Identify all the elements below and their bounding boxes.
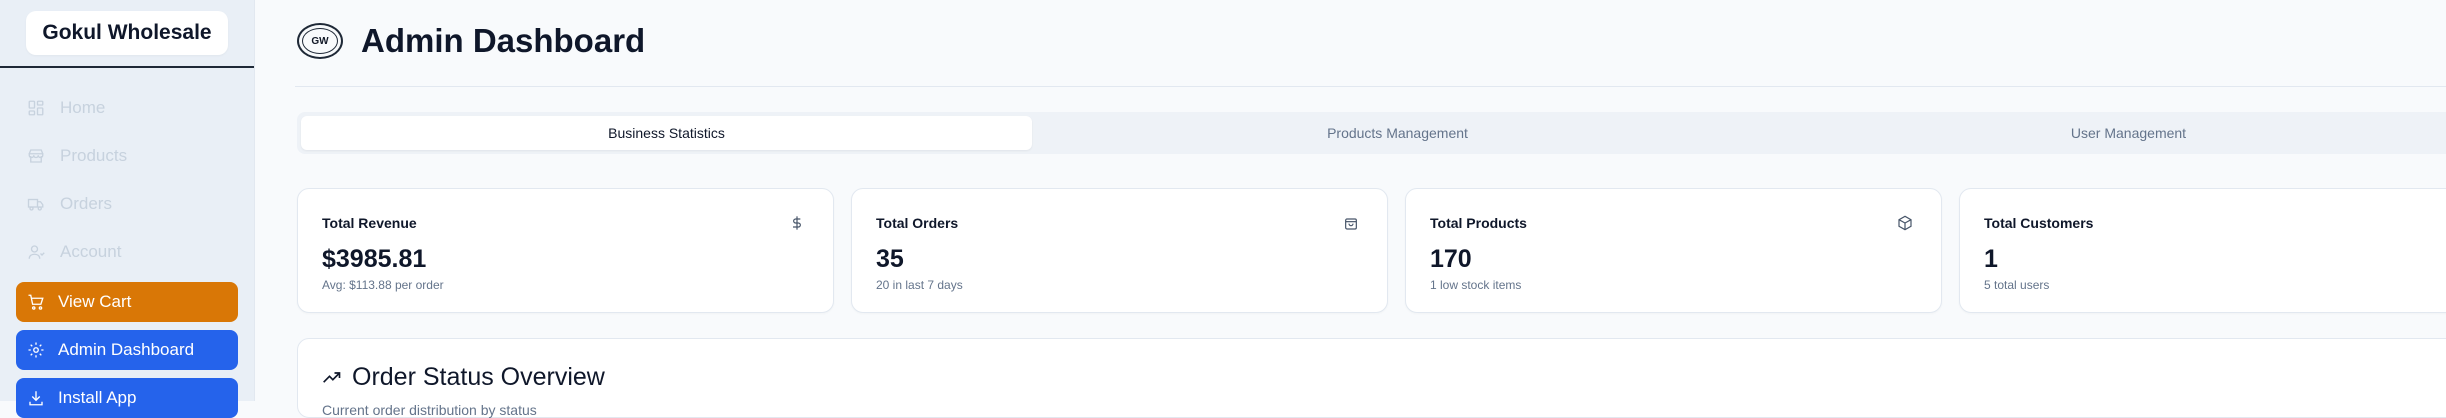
order-status-section: Order Status Overview Current order dist… [297, 338, 2446, 418]
dollar-icon [789, 215, 807, 233]
stat-card-subtext: 20 in last 7 days [876, 278, 963, 292]
admin-dashboard-label: Admin Dashboard [58, 340, 195, 359]
sidebar-item-orders[interactable]: Orders [0, 180, 254, 228]
stat-card-orders: Total Orders 35 20 in last 7 days [851, 188, 1388, 313]
stat-card-label: Total Products [1430, 215, 1527, 231]
sidebar-item-products[interactable]: Products [0, 132, 254, 180]
page-header: GW Admin Dashboard [297, 22, 645, 60]
stat-card-value: 1 [1984, 245, 1998, 273]
stat-card-subtext: 5 total users [1984, 278, 2050, 292]
download-icon [26, 388, 46, 408]
truck-icon [26, 194, 46, 214]
package-icon [1897, 215, 1915, 233]
tab-business-statistics[interactable]: Business Statistics [301, 116, 1032, 150]
stat-card-label: Total Orders [876, 215, 959, 231]
view-cart-label: View Cart [58, 292, 132, 311]
stat-card-products: Total Products 170 1 low stock items [1405, 188, 1942, 313]
sidebar-item-label: Products [60, 146, 128, 165]
admin-dashboard-button[interactable]: Admin Dashboard [16, 330, 238, 370]
section-header: Order Status Overview [322, 363, 2446, 392]
cart-icon [26, 292, 46, 312]
stat-card-customers: Total Customers 1 5 total users [1959, 188, 2446, 313]
brand-area: Gokul Wholesale [0, 0, 254, 68]
page-title: Admin Dashboard [361, 22, 646, 59]
view-cart-button[interactable]: View Cart [16, 282, 238, 322]
sidebar-item-home[interactable]: Home [0, 84, 254, 132]
install-app-label: Install App [58, 388, 137, 407]
trending-up-icon [322, 367, 344, 389]
stats-cards: Total Revenue $3985.81 Avg: $113.88 per … [297, 188, 2446, 313]
main-content: GW Admin Dashboard Business Statistics P… [255, 0, 2446, 418]
layout-grid-icon [26, 98, 46, 118]
stat-card-subtext: Avg: $113.88 per order [322, 278, 444, 292]
sidebar: Gokul Wholesale Home Products Orders Acc… [0, 0, 255, 418]
section-subtitle: Current order distribution by status [322, 402, 537, 418]
brand-name[interactable]: Gokul Wholesale [26, 11, 228, 55]
tab-user-management[interactable]: User Management [1763, 116, 2446, 150]
stat-card-value: 35 [876, 245, 904, 273]
stat-card-value: $3985.81 [322, 245, 427, 273]
brand-logo: GW [297, 23, 343, 59]
stat-card-revenue: Total Revenue $3985.81 Avg: $113.88 per … [297, 188, 834, 313]
stat-card-label: Total Customers [1984, 215, 2094, 231]
stat-card-value: 170 [1430, 245, 1472, 273]
user-icon [26, 242, 46, 262]
tab-list: Business Statistics Products Management … [297, 112, 2446, 154]
stat-card-subtext: 1 low stock items [1430, 278, 1522, 292]
sidebar-item-account[interactable]: Account [0, 228, 254, 276]
sidebar-nav: Home Products Orders Account View Cart A… [0, 68, 254, 418]
header-divider [295, 86, 2446, 87]
stat-card-label: Total Revenue [322, 215, 417, 231]
install-app-button[interactable]: Install App [16, 378, 238, 418]
tab-products-management[interactable]: Products Management [1032, 116, 1763, 150]
store-icon [26, 146, 46, 166]
sidebar-item-label: Orders [60, 194, 112, 213]
sidebar-item-label: Home [60, 98, 106, 117]
section-title: Order Status Overview [352, 363, 605, 391]
brand-logo-text: GW [302, 28, 338, 54]
sidebar-item-label: Account [60, 242, 122, 261]
gear-icon [26, 340, 46, 360]
shopping-bag-icon [1343, 215, 1361, 233]
